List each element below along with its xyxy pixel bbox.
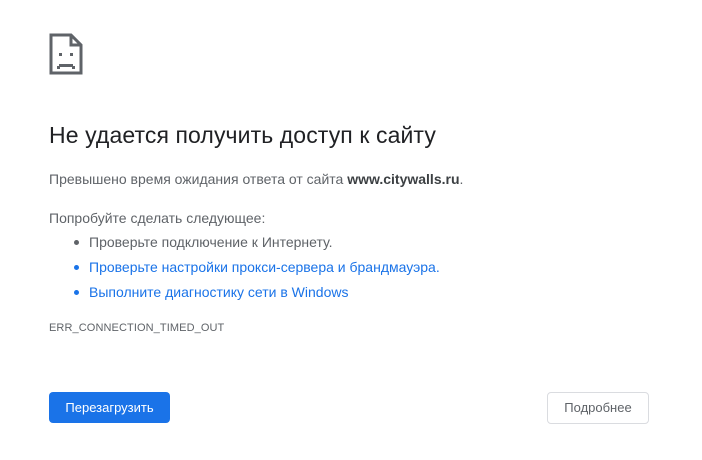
suggestion-run-diagnostics: Выполните диагностику сети в Windows — [49, 282, 440, 307]
error-code: ERR_CONNECTION_TIMED_OUT — [49, 322, 225, 334]
suggestion-suffix: . — [435, 259, 440, 275]
bullet-icon — [74, 265, 79, 270]
summary-suffix: . — [459, 171, 464, 187]
suggestions-heading: Попробуйте сделать следующее: — [49, 210, 266, 226]
details-button[interactable]: Подробнее — [547, 392, 649, 424]
bullet-icon — [74, 240, 79, 245]
bullet-icon — [74, 290, 79, 295]
error-page: Не удается получить доступ к сайту Превы… — [0, 0, 702, 460]
suggestion-check-connection: Проверьте подключение к Интернету. — [49, 232, 440, 257]
suggestion-text: Проверьте подключение к Интернету. — [89, 234, 333, 250]
suggestion-check-proxy: Проверьте настройки прокси-сервера и бра… — [49, 257, 440, 282]
proxy-settings-link[interactable]: Проверьте настройки прокси-сервера и бра… — [89, 259, 436, 275]
network-diagnostics-link[interactable]: Выполните диагностику сети в Windows — [89, 284, 348, 300]
suggestions-list: Проверьте подключение к Интернету. Прове… — [49, 232, 440, 307]
sad-page-icon — [49, 33, 83, 75]
summary-prefix: Превышено время ожидания ответа от сайта — [49, 171, 348, 187]
error-title: Не удается получить доступ к сайту — [49, 122, 436, 148]
site-host: www.citywalls.ru — [347, 171, 460, 187]
error-summary: Превышено время ожидания ответа от сайта… — [49, 171, 463, 187]
reload-button[interactable]: Перезагрузить — [49, 392, 170, 423]
